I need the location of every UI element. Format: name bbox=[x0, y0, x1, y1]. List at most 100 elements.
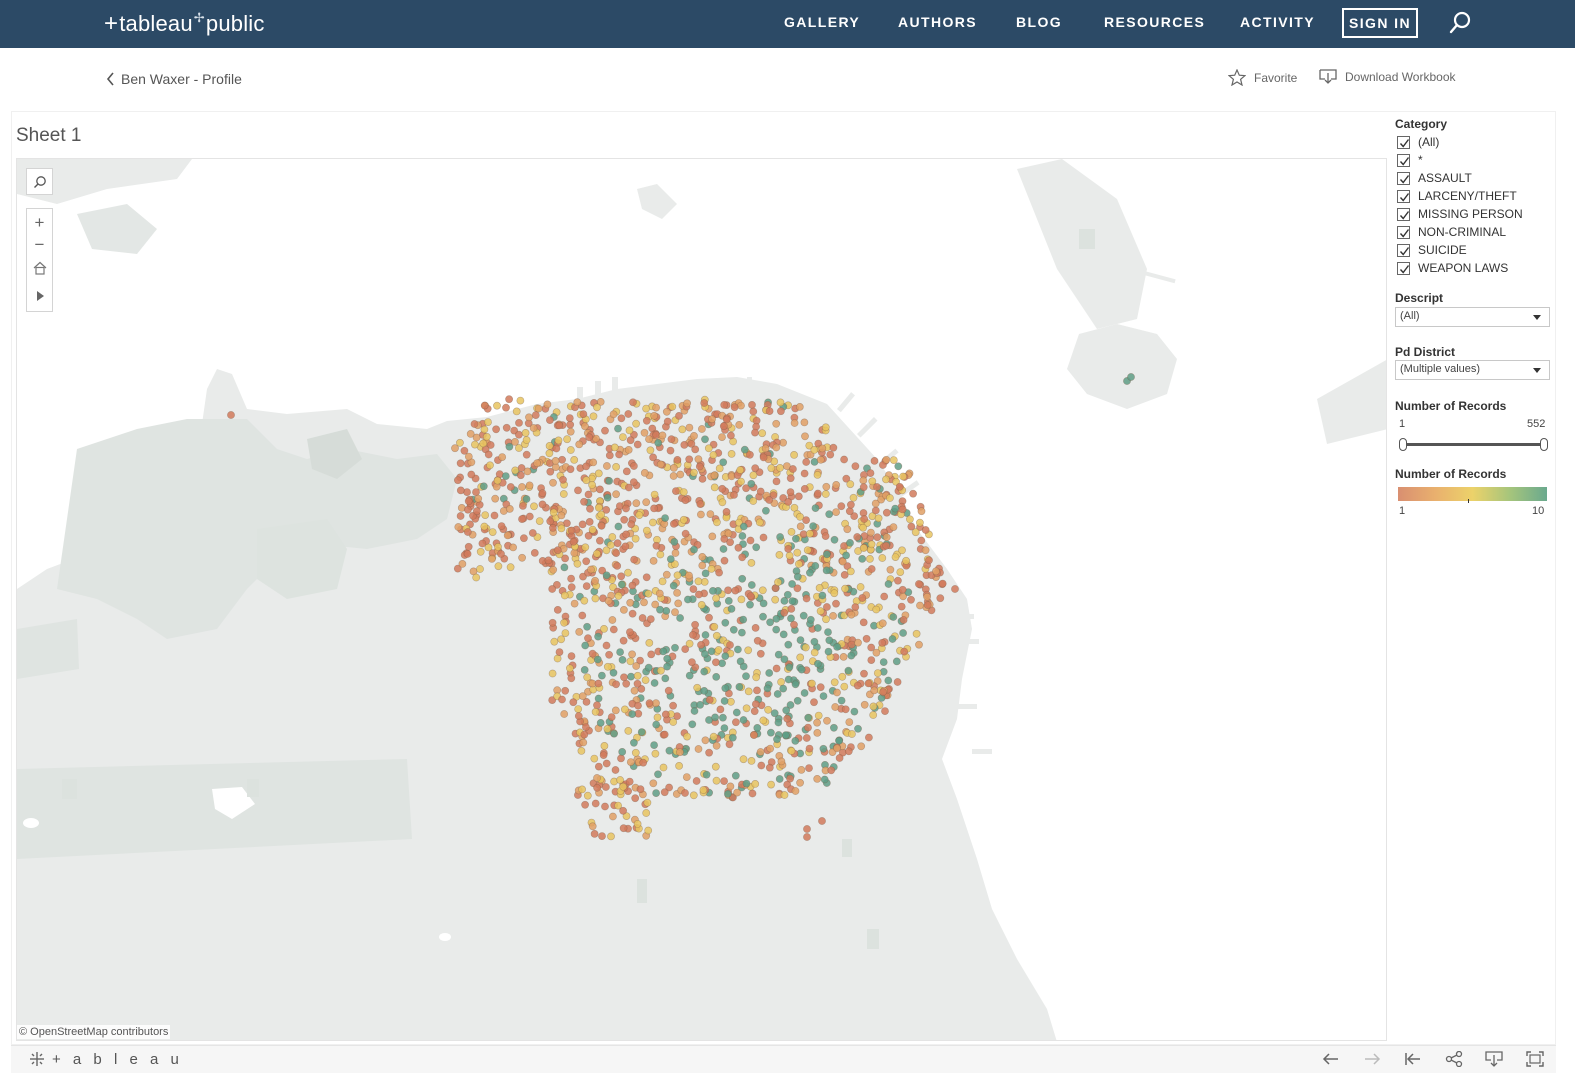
incident-point[interactable] bbox=[898, 585, 907, 594]
incident-point[interactable] bbox=[609, 625, 618, 634]
incident-point[interactable] bbox=[660, 788, 669, 797]
incident-point[interactable] bbox=[518, 515, 526, 523]
incident-point[interactable] bbox=[697, 600, 706, 609]
incident-point[interactable] bbox=[829, 443, 838, 452]
incident-point[interactable] bbox=[634, 701, 642, 710]
incident-point[interactable] bbox=[472, 488, 480, 496]
incident-point[interactable] bbox=[821, 490, 830, 498]
incident-point[interactable] bbox=[647, 650, 656, 659]
incident-point[interactable] bbox=[594, 632, 602, 641]
incident-point[interactable] bbox=[506, 483, 515, 491]
incident-point[interactable] bbox=[551, 456, 560, 465]
incident-point[interactable] bbox=[792, 534, 800, 543]
incident-point[interactable] bbox=[882, 475, 890, 484]
incident-point[interactable] bbox=[765, 496, 774, 504]
incident-point[interactable] bbox=[476, 565, 484, 573]
checkbox[interactable] bbox=[1397, 135, 1410, 149]
incident-point[interactable] bbox=[593, 655, 602, 664]
incident-point[interactable] bbox=[822, 615, 830, 624]
incident-point[interactable] bbox=[721, 684, 730, 693]
incident-point[interactable] bbox=[650, 741, 658, 749]
incident-point[interactable] bbox=[859, 618, 868, 627]
incident-point[interactable] bbox=[671, 608, 679, 617]
incident-point[interactable] bbox=[715, 568, 723, 577]
incident-point[interactable] bbox=[624, 410, 633, 418]
incident-point[interactable] bbox=[750, 731, 758, 739]
incident-point[interactable] bbox=[837, 502, 846, 511]
incident-point[interactable] bbox=[681, 496, 690, 505]
incident-point[interactable] bbox=[676, 748, 684, 757]
incident-point[interactable] bbox=[670, 519, 678, 528]
incident-point[interactable] bbox=[484, 418, 492, 426]
incident-point[interactable] bbox=[806, 568, 814, 577]
incident-point[interactable] bbox=[772, 443, 781, 452]
incident-point[interactable] bbox=[801, 643, 810, 652]
incident-point[interactable] bbox=[849, 493, 858, 502]
zoom-in-button[interactable]: + bbox=[27, 212, 52, 234]
incident-point[interactable] bbox=[605, 451, 614, 460]
incident-point[interactable] bbox=[628, 581, 637, 590]
incident-point[interactable] bbox=[611, 706, 620, 715]
incident-point[interactable] bbox=[724, 596, 733, 605]
incident-point[interactable] bbox=[854, 724, 862, 733]
incident-point[interactable] bbox=[570, 599, 579, 608]
incident-point[interactable] bbox=[762, 506, 770, 515]
incident-point[interactable] bbox=[894, 462, 903, 471]
incident-point[interactable] bbox=[674, 599, 683, 608]
incident-point[interactable] bbox=[612, 462, 620, 471]
incident-point[interactable] bbox=[669, 718, 678, 726]
incident-point[interactable] bbox=[545, 441, 554, 450]
incident-point[interactable] bbox=[638, 614, 647, 622]
incident-point[interactable] bbox=[851, 462, 860, 471]
incident-point[interactable] bbox=[598, 671, 606, 680]
incident-point[interactable] bbox=[675, 762, 683, 770]
incident-point[interactable] bbox=[696, 701, 704, 709]
incident-point[interactable] bbox=[732, 718, 740, 727]
incident-point[interactable] bbox=[779, 684, 788, 693]
incident-point[interactable] bbox=[764, 705, 772, 714]
incident-point[interactable] bbox=[816, 607, 825, 616]
incident-point[interactable] bbox=[750, 707, 759, 716]
incident-point[interactable] bbox=[804, 713, 813, 722]
incident-point[interactable] bbox=[580, 497, 588, 506]
incident-point[interactable] bbox=[719, 713, 727, 722]
incident-point[interactable] bbox=[899, 629, 907, 637]
incident-point[interactable] bbox=[702, 770, 711, 779]
incident-point[interactable] bbox=[569, 537, 578, 546]
incident-point[interactable] bbox=[796, 653, 805, 662]
incident-point[interactable] bbox=[662, 606, 671, 615]
incident-point[interactable] bbox=[582, 557, 591, 566]
incident-point[interactable] bbox=[803, 833, 811, 841]
incident-point[interactable] bbox=[847, 651, 856, 660]
incident-point[interactable] bbox=[767, 780, 775, 789]
incident-point[interactable] bbox=[612, 549, 621, 557]
incident-point[interactable] bbox=[780, 608, 789, 617]
incident-point[interactable] bbox=[610, 729, 618, 738]
incident-point[interactable] bbox=[722, 415, 731, 424]
incident-point[interactable] bbox=[869, 711, 878, 719]
incident-point[interactable] bbox=[567, 574, 575, 583]
incident-point[interactable] bbox=[797, 665, 806, 674]
incident-point[interactable] bbox=[567, 652, 576, 660]
incident-point[interactable] bbox=[921, 526, 930, 534]
incident-point[interactable] bbox=[695, 590, 703, 599]
incident-point[interactable] bbox=[893, 678, 902, 686]
incident-point[interactable] bbox=[662, 570, 671, 579]
incident-point[interactable] bbox=[915, 580, 923, 588]
incident-point[interactable] bbox=[534, 404, 543, 413]
incident-point[interactable] bbox=[748, 789, 757, 798]
incident-point[interactable] bbox=[618, 748, 627, 756]
incident-point[interactable] bbox=[502, 403, 510, 412]
incident-point[interactable] bbox=[657, 666, 665, 675]
incident-point[interactable] bbox=[557, 511, 566, 520]
incident-point[interactable] bbox=[516, 396, 525, 405]
incident-point[interactable] bbox=[787, 747, 796, 755]
incident-point[interactable] bbox=[749, 497, 758, 505]
incident-point[interactable] bbox=[480, 522, 489, 531]
share-button[interactable] bbox=[1443, 1049, 1465, 1069]
incident-point[interactable] bbox=[879, 688, 887, 696]
incident-point[interactable] bbox=[732, 708, 741, 717]
incident-point[interactable] bbox=[793, 696, 802, 705]
range-slider-high-handle[interactable] bbox=[1540, 438, 1548, 451]
incident-point[interactable] bbox=[570, 549, 579, 557]
